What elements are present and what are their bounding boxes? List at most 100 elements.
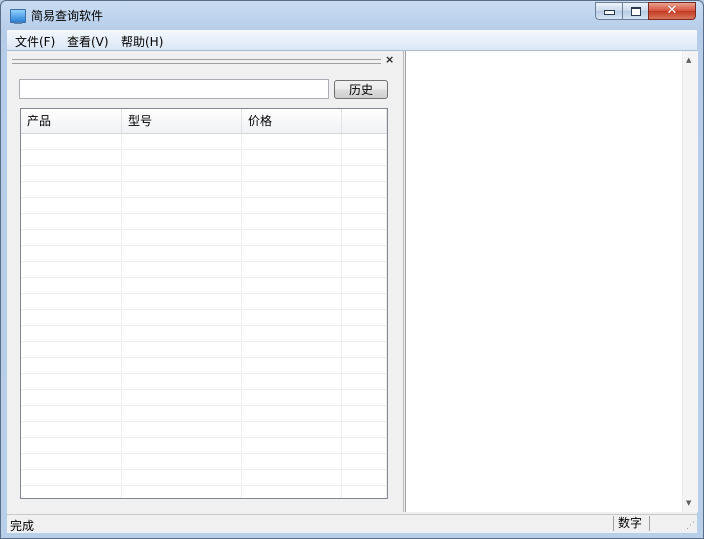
table-cell (21, 326, 122, 341)
column-header-product[interactable]: 产品 (21, 109, 122, 133)
table-cell (122, 310, 242, 325)
history-button[interactable]: 历史 (334, 80, 388, 99)
table-cell (21, 262, 122, 277)
restore-icon (630, 7, 641, 16)
table-cell (242, 198, 342, 213)
table-cell (242, 214, 342, 229)
table-cell (122, 406, 242, 421)
table-cell (342, 454, 387, 469)
table-cell (342, 166, 387, 181)
table-cell (21, 406, 122, 421)
table-cell (122, 326, 242, 341)
table-cell (122, 454, 242, 469)
table-cell (342, 278, 387, 293)
minimize-button[interactable] (595, 2, 623, 20)
table-row (21, 198, 387, 214)
pane-close-button[interactable]: × (385, 53, 394, 66)
table-cell (122, 262, 242, 277)
table-cell (242, 454, 342, 469)
close-icon: ✕ (666, 3, 678, 18)
column-header-model[interactable]: 型号 (122, 109, 242, 133)
table-cell (242, 182, 342, 197)
table-cell (342, 422, 387, 437)
table-cell (342, 406, 387, 421)
column-header-price[interactable]: 价格 (242, 109, 342, 133)
table-cell (21, 246, 122, 261)
table-cell (122, 422, 242, 437)
results-table[interactable]: 产品 型号 价格 (20, 108, 388, 499)
table-cell (122, 358, 242, 373)
table-cell (122, 198, 242, 213)
table-cell (342, 358, 387, 373)
num-lock-indicator: 数字 (613, 516, 650, 531)
close-icon: × (385, 53, 395, 66)
table-cell (21, 486, 122, 498)
table-cell (21, 198, 122, 213)
menu-file[interactable]: 文件(F) (15, 33, 55, 50)
table-cell (242, 230, 342, 245)
detail-view[interactable]: ▲ ▼ (405, 51, 698, 512)
table-body (21, 134, 387, 498)
table-row (21, 134, 387, 150)
table-cell (21, 422, 122, 437)
table-cell (242, 166, 342, 181)
table-row (21, 150, 387, 166)
resize-grip-icon[interactable]: ⋰ (686, 521, 695, 531)
chevron-up-icon[interactable]: ▲ (686, 56, 691, 64)
table-cell (122, 182, 242, 197)
table-cell (342, 246, 387, 261)
table-cell (242, 406, 342, 421)
table-cell (122, 374, 242, 389)
table-cell (122, 246, 242, 261)
client-area: × 历史 产品 型号 价格 ▲ ▼ (7, 51, 698, 514)
vertical-scrollbar[interactable]: ▲ ▼ (682, 51, 698, 512)
table-cell (21, 454, 122, 469)
table-cell (342, 342, 387, 357)
table-cell (342, 310, 387, 325)
table-cell (342, 150, 387, 165)
table-cell (342, 374, 387, 389)
table-row (21, 374, 387, 390)
table-cell (342, 262, 387, 277)
table-cell (122, 230, 242, 245)
table-cell (21, 470, 122, 485)
menu-view[interactable]: 查看(V) (67, 33, 109, 50)
table-cell (342, 470, 387, 485)
table-cell (21, 182, 122, 197)
chevron-down-icon[interactable]: ▼ (686, 499, 691, 507)
table-cell (342, 198, 387, 213)
minimize-icon (603, 10, 615, 15)
table-cell (21, 278, 122, 293)
pane-gripper[interactable] (12, 59, 381, 64)
table-cell (122, 214, 242, 229)
table-row (21, 406, 387, 422)
table-cell (122, 294, 242, 309)
title-bar[interactable]: 简易查询软件 ✕ (1, 1, 703, 30)
table-cell (122, 470, 242, 485)
table-cell (242, 134, 342, 149)
table-cell (122, 486, 242, 498)
table-cell (242, 278, 342, 293)
table-cell (342, 438, 387, 453)
maximize-button[interactable] (622, 2, 649, 20)
menu-bar: 文件(F) 查看(V) 帮助(H) (7, 30, 697, 51)
table-cell (21, 166, 122, 181)
close-button[interactable]: ✕ (648, 2, 696, 20)
table-row (21, 454, 387, 470)
table-row (21, 470, 387, 486)
table-row (21, 278, 387, 294)
table-row (21, 230, 387, 246)
menu-help[interactable]: 帮助(H) (121, 33, 163, 50)
table-row (21, 422, 387, 438)
search-input[interactable] (19, 79, 329, 99)
table-row (21, 262, 387, 278)
table-cell (242, 374, 342, 389)
table-cell (21, 214, 122, 229)
column-header-filler[interactable] (342, 109, 387, 133)
table-row (21, 342, 387, 358)
table-row (21, 246, 387, 262)
table-cell (242, 422, 342, 437)
table-cell (242, 438, 342, 453)
table-cell (21, 294, 122, 309)
table-row (21, 438, 387, 454)
